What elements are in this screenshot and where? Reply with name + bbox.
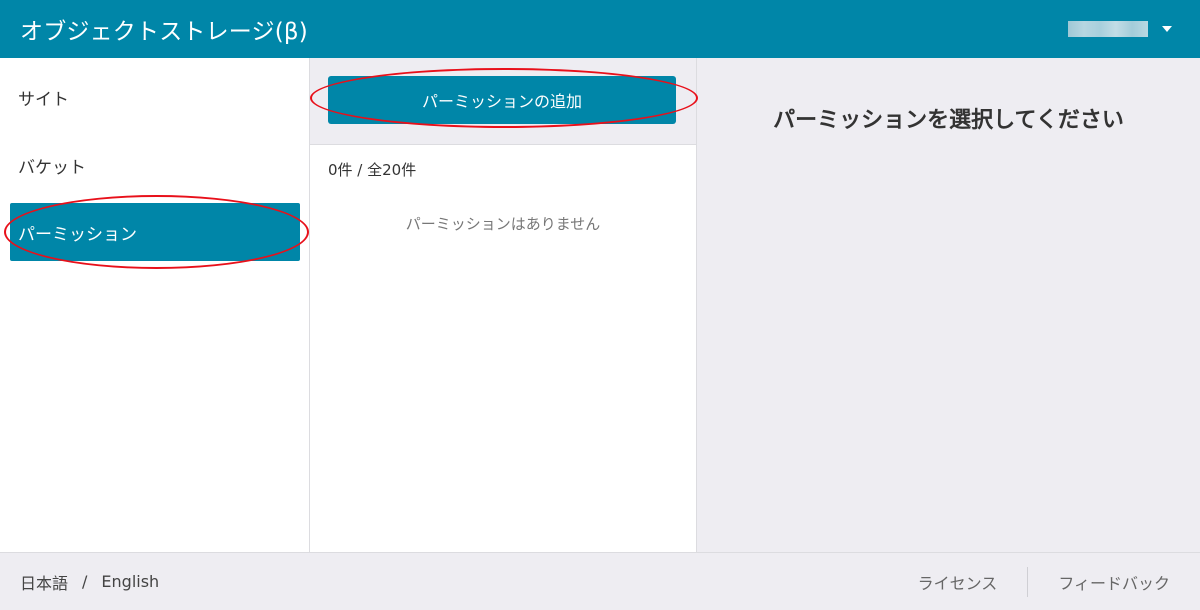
list-toolbar: パーミッションの追加 (310, 58, 696, 145)
sidebar-item-permission[interactable]: パーミッション (10, 203, 300, 261)
select-prompt: パーミッションを選択してください (773, 108, 1124, 133)
detail-panel: パーミッションを選択してください (697, 58, 1200, 552)
footer: 日本語 / English ライセンス フィードバック (0, 552, 1200, 610)
sidebar: サイト バケット パーミッション (0, 58, 310, 552)
add-permission-button[interactable]: パーミッションの追加 (328, 76, 676, 124)
permission-list-panel: パーミッションの追加 0件 / 全20件 パーミッションはありません (310, 58, 697, 552)
sidebar-item-label: サイト (18, 89, 69, 110)
item-count: 0件 / 全20件 (328, 161, 417, 179)
user-name-redacted (1068, 21, 1148, 37)
language-switcher: 日本語 / English (20, 570, 159, 594)
license-link[interactable]: ライセンス (908, 570, 1008, 594)
footer-divider (1027, 566, 1029, 597)
language-en-link[interactable]: English (101, 572, 159, 591)
sidebar-item-label: パーミッション (18, 224, 137, 245)
app-title: オブジェクトストレージ(β) (20, 19, 308, 45)
sidebar-item-site[interactable]: サイト (10, 68, 300, 126)
sidebar-item-label: バケット (18, 157, 86, 178)
empty-list-message: パーミッションはありません (405, 215, 601, 233)
feedback-link[interactable]: フィードバック (1048, 570, 1180, 594)
footer-links: ライセンス フィードバック (908, 566, 1180, 597)
caret-down-icon (1162, 26, 1172, 32)
app-header: オブジェクトストレージ(β) (0, 0, 1200, 58)
language-separator: / (82, 572, 88, 591)
language-ja-link[interactable]: 日本語 (20, 570, 68, 594)
sidebar-item-bucket[interactable]: バケット (10, 136, 300, 194)
user-menu[interactable] (1068, 21, 1172, 37)
